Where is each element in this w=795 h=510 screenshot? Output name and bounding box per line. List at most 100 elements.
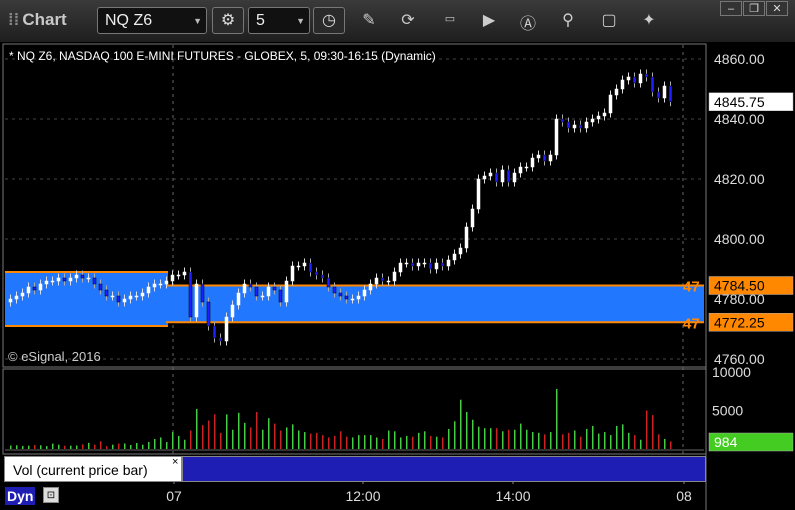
interval-input[interactable]: 5 ▼: [248, 7, 310, 34]
twitter-icon[interactable]: ✦: [638, 10, 660, 30]
candle: [554, 118, 559, 156]
candle: [572, 124, 577, 129]
settings-gear-icon[interactable]: ⚙: [212, 7, 244, 34]
price-chart[interactable]: 4860.004840.004820.004800.004780.004760.…: [0, 42, 795, 510]
dyn-label[interactable]: Dyn: [5, 487, 36, 505]
candle: [500, 169, 505, 183]
volume-bar: [40, 445, 42, 449]
chevron-down-icon[interactable]: ▼: [193, 16, 202, 26]
candle: [134, 295, 139, 298]
volume-bar: [142, 444, 144, 449]
refresh-icon[interactable]: ⟳: [397, 10, 419, 30]
candle: [236, 292, 241, 306]
candle: [416, 262, 421, 267]
candle: [440, 262, 445, 267]
toolbar: ⁞⁞ Chart NQ Z6 ▼ ⚙ 5 ▼ ◷ ✎ ⟳ ▭ ▶ Ⓐ ⚲ ▢ ✦ – …: [0, 0, 795, 43]
candle: [8, 298, 13, 303]
candle: [596, 115, 601, 120]
volume-bar: [472, 419, 474, 449]
last-price-marker: 4845.75: [708, 92, 794, 111]
volume-bar: [190, 430, 192, 449]
volume-bar: [226, 414, 228, 449]
candle: [536, 154, 541, 159]
candle: [338, 292, 343, 297]
volume-bar: [568, 432, 570, 449]
volume-study-bar: Vol (current price bar) ×: [4, 456, 706, 483]
candle: [248, 283, 253, 288]
alert-icon[interactable]: Ⓐ: [517, 10, 539, 34]
volume-bar: [334, 435, 336, 449]
candle: [242, 283, 247, 294]
candle: [200, 283, 205, 303]
volume-bar: [376, 437, 378, 449]
candle: [470, 208, 475, 228]
candle: [164, 280, 169, 285]
volume-bar: [274, 423, 276, 449]
volume-study-label[interactable]: Vol (current price bar): [4, 456, 182, 482]
volume-bar: [478, 426, 480, 449]
candle: [80, 274, 85, 279]
candle: [326, 277, 331, 288]
candle: [482, 175, 487, 180]
candle: [176, 274, 181, 277]
candle: [608, 94, 613, 114]
volume-bar: [160, 437, 162, 449]
volume-bar: [370, 435, 372, 449]
volume-bar: [460, 399, 462, 449]
symbol-input[interactable]: NQ Z6 ▼: [97, 7, 207, 34]
candle: [476, 178, 481, 210]
candle: [104, 289, 109, 297]
volume-bar: [262, 429, 264, 449]
volume-bar: [166, 442, 168, 449]
candle: [146, 286, 151, 294]
volume-bar: [508, 429, 510, 449]
chevron-down-icon[interactable]: ▼: [296, 16, 305, 26]
volume-bar: [250, 427, 252, 449]
candle: [380, 277, 385, 282]
candle: [68, 277, 73, 282]
volume-bar: [634, 435, 636, 449]
volume-bar: [562, 434, 564, 449]
candle: [122, 298, 127, 303]
volume-bar: [436, 436, 438, 449]
play-icon[interactable]: ▶: [478, 10, 500, 30]
close-icon[interactable]: ✕: [766, 1, 788, 16]
volume-bar: [280, 430, 282, 449]
volume-bar: [592, 425, 594, 449]
restore-icon[interactable]: ❐: [743, 1, 765, 16]
candle: [314, 271, 319, 276]
dyn-lock-icon[interactable]: ⊡: [43, 487, 59, 503]
app-title-text: Chart: [22, 10, 67, 29]
candle: [254, 286, 259, 297]
volume-bar: [586, 428, 588, 449]
close-study-icon[interactable]: ×: [172, 456, 178, 468]
clock-icon[interactable]: ◷: [313, 7, 345, 34]
candle: [392, 271, 397, 282]
candle: [98, 283, 103, 291]
candle: [356, 295, 361, 300]
candle: [302, 262, 307, 267]
link-icon[interactable]: ⚲: [557, 10, 579, 30]
volume-bar: [448, 428, 450, 449]
lower-level-marker-text: 4772.25: [714, 314, 765, 330]
volume-bar: [58, 444, 60, 449]
volume-bar: [220, 432, 222, 449]
chat-icon[interactable]: ▢: [598, 10, 620, 30]
time-tick-label: 07: [166, 488, 182, 504]
minimize-icon[interactable]: –: [720, 1, 742, 16]
volume-bar: [202, 425, 204, 449]
volume-bar: [208, 420, 210, 449]
candle: [398, 262, 403, 273]
candle: [218, 337, 223, 342]
volume-bar: [544, 434, 546, 449]
volume-bar: [136, 442, 138, 449]
volume-bar: [454, 421, 456, 449]
volume-bar: [322, 435, 324, 449]
candle: [206, 301, 211, 327]
pencil-icon[interactable]: ✎: [358, 10, 380, 30]
get-icon[interactable]: ▭: [439, 12, 461, 25]
price-tick-label: 4820.00: [714, 171, 765, 187]
candle: [272, 286, 277, 291]
upper-level-marker: 4784.50: [708, 276, 794, 295]
drag-grip-icon[interactable]: ⁞⁞: [8, 10, 19, 29]
